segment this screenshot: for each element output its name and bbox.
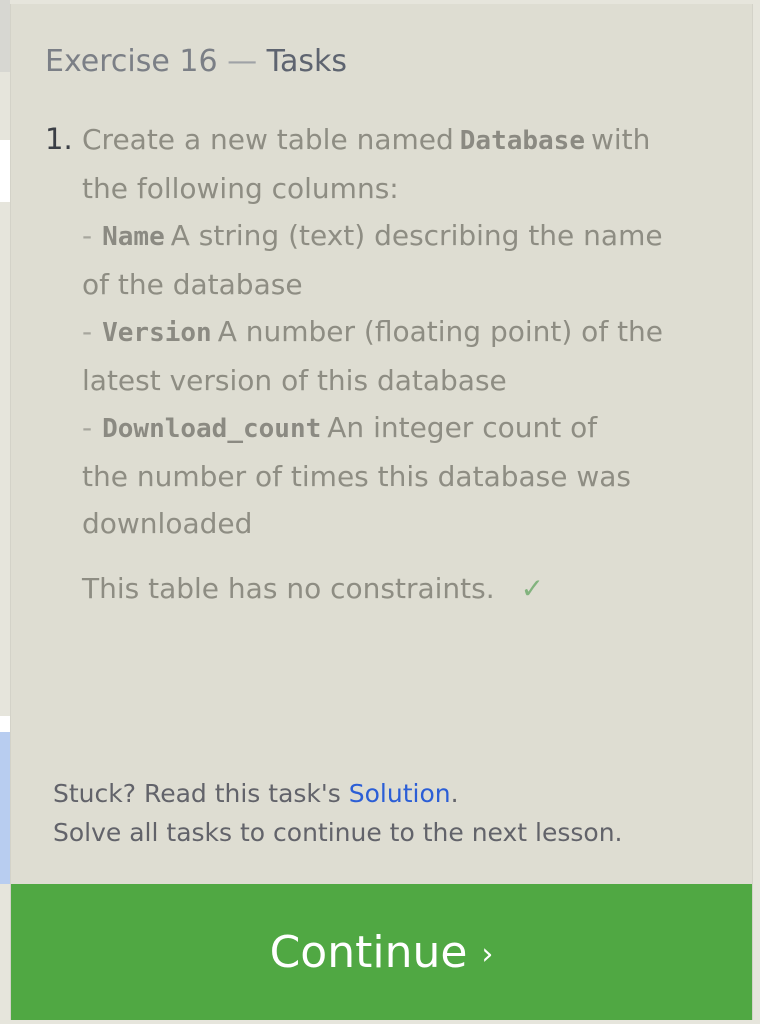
column-description: A number (floating point) of the — [217, 315, 664, 348]
panel-title: Exercise 16 — Tasks — [45, 44, 347, 79]
task-number: 1. — [45, 122, 73, 156]
task-line: Create a new table named Database with — [82, 116, 732, 165]
stuck-line: Stuck? Read this task's Solution. — [53, 774, 623, 813]
exercise-label: Exercise 16 — [45, 44, 218, 79]
tasks-panel: Exercise 16 — Tasks 1. Create a new tabl… — [10, 4, 753, 1020]
column-spec-download-count: - Download_count An integer count of — [82, 404, 732, 453]
tasks-label: Tasks — [266, 44, 348, 79]
list-dash: - — [82, 219, 93, 252]
task-intro-text: with — [591, 123, 651, 156]
continue-button[interactable]: Continue › — [11, 884, 752, 1020]
column-name-code: Download_count — [102, 414, 322, 444]
constraints-note: This table has no constraints. ✓ — [82, 565, 732, 612]
background-page-sliver — [0, 140, 10, 202]
background-page-sliver — [0, 716, 10, 732]
column-description-cont: latest version of this database — [82, 364, 507, 397]
task-description: Create a new table named Database with the… — [82, 116, 732, 612]
continue-label: Continue — [269, 926, 468, 978]
task-intro-text: Create a new table named — [82, 123, 454, 156]
column-spec-version: - Version A number (floating point) of the — [82, 308, 732, 357]
stuck-text: Stuck? Read this task's — [53, 779, 341, 808]
column-spec-name: - Name A string (text) describing the name — [82, 212, 732, 261]
column-description-cont: downloaded — [82, 507, 253, 540]
list-dash: - — [82, 315, 93, 348]
list-dash: - — [82, 411, 93, 444]
column-description-cont: the number of times this database was — [82, 460, 632, 493]
column-name-code: Version — [102, 318, 212, 348]
column-description-cont: of the database — [82, 268, 303, 301]
background-page-sliver — [0, 0, 10, 72]
solve-all-text: Solve all tasks to continue to the next … — [53, 818, 623, 847]
column-name-code: Name — [102, 222, 165, 252]
constraints-text: This table has no constraints. — [82, 572, 495, 605]
column-description: An integer count of — [327, 411, 598, 444]
title-separator: — — [227, 44, 258, 79]
background-page-sliver — [0, 732, 10, 884]
page: Exercise 16 — Tasks 1. Create a new tabl… — [0, 0, 760, 1024]
solution-link[interactable]: Solution — [349, 779, 451, 808]
help-text: Stuck? Read this task's Solution. Solve … — [53, 774, 623, 852]
checkmark-icon: ✓ — [520, 572, 545, 605]
task-line: the following columns: — [82, 172, 399, 205]
stuck-period: . — [450, 779, 459, 808]
column-description: A string (text) describing the name — [170, 219, 663, 252]
chevron-right-icon: › — [481, 936, 494, 972]
table-name-code: Database — [459, 126, 585, 156]
